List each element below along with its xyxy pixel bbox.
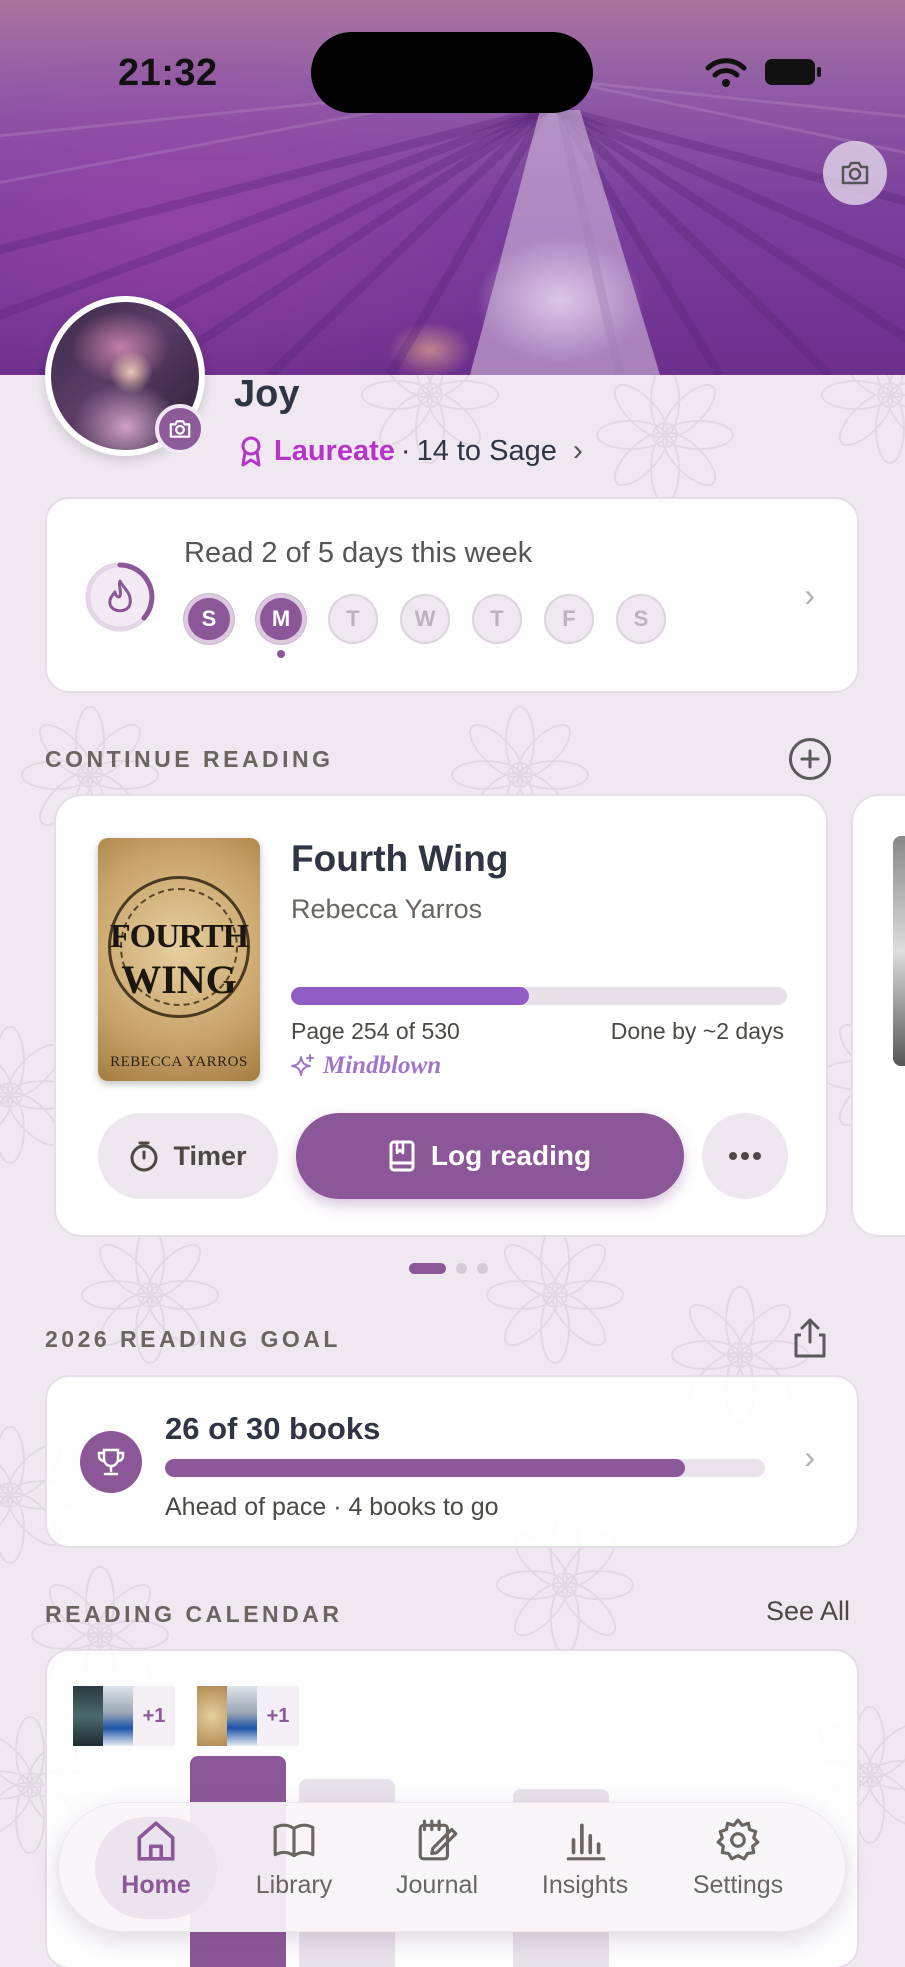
chevron-right-icon: › [572, 434, 583, 467]
journal-icon [418, 1819, 458, 1861]
trophy-badge [80, 1431, 142, 1493]
trophy-icon [97, 1448, 125, 1476]
chevron-right-icon: › [804, 577, 815, 613]
weekday-indicator: F [544, 594, 594, 644]
change-banner-button[interactable] [823, 141, 887, 205]
tab-label: Home [121, 1871, 191, 1899]
camera-icon [841, 161, 869, 185]
book-cover [893, 836, 905, 1066]
page-dot[interactable] [456, 1263, 467, 1274]
rank-progress: 14 to Sage [416, 434, 557, 467]
chevron-right-icon: › [804, 1439, 815, 1475]
goal-progress-fill [165, 1459, 686, 1477]
rank-link[interactable]: Laureate · 14 to Sage › [238, 434, 583, 468]
timer-label: Timer [173, 1140, 247, 1171]
camera-icon [169, 420, 191, 438]
reading-progress-bar [291, 987, 787, 1005]
carousel-page-indicator[interactable] [409, 1263, 488, 1274]
more-books-badge: +1 [257, 1686, 299, 1746]
tab-insights[interactable]: Insights [520, 1817, 650, 1919]
reading-progress-fill [291, 987, 529, 1005]
goal-progress-bar [165, 1459, 765, 1477]
book-thumbnail [103, 1686, 133, 1746]
page-progress-text: Page 254 of 530 [291, 1018, 460, 1044]
tab-label: Insights [541, 1871, 629, 1899]
reading-calendar-header: READING CALENDAR [45, 1601, 343, 1627]
home-icon [137, 1821, 175, 1861]
goal-subtitle: Ahead of pace · 4 books to go [165, 1493, 499, 1521]
current-book-card[interactable]: FOURTH WING REBECCA YARROS Fourth Wing R… [54, 794, 828, 1237]
calendar-thumbnails: +1 +1 [73, 1686, 321, 1746]
book-thumbnail [197, 1686, 227, 1746]
battery-icon [765, 59, 821, 85]
cover-title-line-2: WING [121, 957, 237, 1002]
ellipsis-icon [729, 1152, 761, 1160]
bar-chart-icon [566, 1823, 606, 1861]
reading-goal-card[interactable]: 26 of 30 books Ahead of pace · 4 books t… [45, 1375, 859, 1548]
more-options-button[interactable] [702, 1113, 788, 1199]
tab-journal[interactable]: Journal [372, 1817, 502, 1919]
timer-button[interactable]: Timer [98, 1113, 278, 1199]
tab-settings[interactable]: Settings [673, 1817, 803, 1919]
book-thumbnail [73, 1686, 103, 1746]
add-book-button[interactable] [789, 738, 831, 780]
next-book-card-peek[interactable] [851, 794, 905, 1237]
sparkles-icon [291, 1054, 314, 1076]
tab-label: Settings [692, 1871, 784, 1899]
plus-icon [800, 749, 820, 769]
bottom-tab-bar: Home Library Journal Insights Settings [58, 1802, 846, 1932]
mood-label: Mindblown [323, 1052, 442, 1079]
change-avatar-button[interactable] [155, 404, 205, 454]
rank-separator: · [400, 434, 411, 467]
weekday-indicator: M [256, 594, 306, 658]
reading-goal-header: 2026 READING GOAL [45, 1326, 341, 1352]
tab-home[interactable]: Home [95, 1817, 217, 1919]
book-author: Rebecca Yarros [291, 894, 483, 924]
page-dot[interactable] [477, 1263, 488, 1274]
weekday-indicator: S [616, 594, 666, 644]
book-log-icon [389, 1140, 415, 1172]
wifi-icon [705, 58, 747, 87]
book-thumbnail [227, 1686, 257, 1746]
cover-title-line-1: FOURTH [109, 918, 249, 955]
streak-title: Read 2 of 5 days this week [184, 537, 533, 569]
status-bar-time: 21:32 [118, 52, 218, 94]
continue-reading-header: CONTINUE READING [45, 746, 334, 772]
page-dot[interactable] [409, 1263, 446, 1274]
weekday-indicator: W [400, 594, 450, 644]
more-books-badge: +1 [133, 1686, 175, 1746]
log-reading-button[interactable]: Log reading [296, 1113, 684, 1199]
book-open-icon [273, 1823, 315, 1858]
stopwatch-icon [130, 1141, 158, 1172]
profile-name: Joy [234, 373, 300, 415]
tab-library[interactable]: Library [229, 1817, 359, 1919]
estimated-finish-text: Done by ~2 days [610, 1018, 784, 1044]
weekday-indicator: T [472, 594, 522, 644]
cover-author: REBECCA YARROS [110, 1054, 248, 1070]
rank-name: Laureate [274, 434, 395, 467]
tab-label: Journal [396, 1871, 478, 1899]
mood-tag[interactable]: Mindblown [291, 1052, 441, 1080]
weekday-indicator: T [328, 594, 378, 644]
weekly-streak-card[interactable]: Read 2 of 5 days this week SMTWTFS › [45, 497, 859, 693]
streak-flame-icon [85, 562, 155, 632]
gear-icon [716, 1818, 760, 1861]
award-icon [241, 436, 261, 467]
share-icon[interactable] [793, 1318, 827, 1358]
tab-label: Library [255, 1871, 333, 1899]
book-cover[interactable]: FOURTH WING REBECCA YARROS [98, 838, 260, 1081]
log-reading-label: Log reading [430, 1140, 592, 1171]
book-title: Fourth Wing [291, 838, 509, 879]
weekday-indicator: S [184, 594, 234, 644]
goal-title: 26 of 30 books [165, 1411, 381, 1446]
weekday-row: SMTWTFS [184, 594, 666, 658]
dynamic-island [311, 32, 593, 113]
see-all-link[interactable]: See All [766, 1596, 850, 1627]
